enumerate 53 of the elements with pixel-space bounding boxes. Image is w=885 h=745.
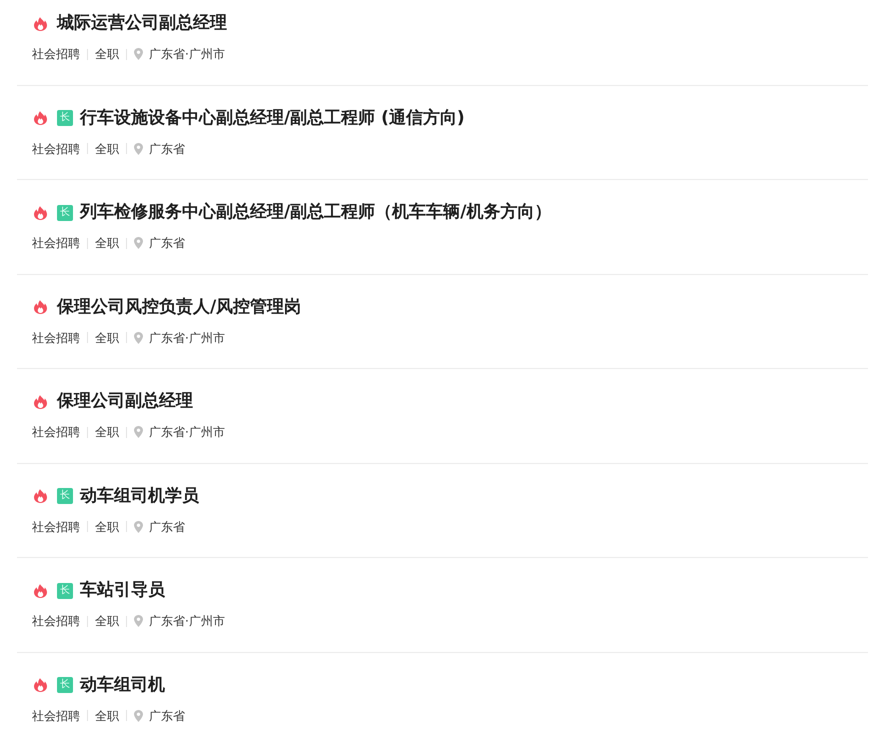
job-location: 广东省 [149,140,185,158]
tag-badge: 长 [57,677,73,693]
job-list-item[interactable]: 长 行车设施设备中心副总经理/副总工程师 (通信方向) 社会招聘 全职 广东省 [17,86,868,180]
location-pin-icon [134,332,143,344]
job-title[interactable]: 行车设施设备中心副总经理/副总工程师 (通信方向) [80,108,465,128]
job-meta-text: 社会招聘 [32,330,80,346]
job-meta-text: 社会招聘 [32,424,80,441]
tag-badge: 长 [57,582,73,598]
tag-badge: 长 [57,204,73,220]
job-list-item[interactable]: 城际运营公司副总经理 社会招聘 全职 广东省·广州市 [17,0,868,86]
job-location: 广东省 [149,708,185,724]
job-title[interactable]: 保理公司风控负责人/风控管理岗 [57,296,302,318]
job-meta-text: 全职 [95,518,119,536]
tag-badge: 长 [57,110,73,126]
job-meta-text: 社会招聘 [32,613,80,630]
job-meta-text: 全职 [95,330,119,346]
job-title[interactable]: 动车组司机 [80,674,165,696]
job-meta-text: 社会招聘 [32,235,80,252]
job-title[interactable]: 列车检修服务中心副总经理/副总工程师（机车车辆/机务方向） [80,202,552,223]
job-location: 广东省 [149,518,185,536]
job-list-item[interactable]: 保理公司风控负责人/风控管理岗 社会招聘 全职 广东省·广州市 [17,274,868,369]
location-pin-icon [134,520,143,532]
job-meta-text: 全职 [95,140,119,158]
job-meta-text: 社会招聘 [32,140,80,158]
location-pin-icon [134,142,143,154]
tag-badge: 长 [57,488,73,504]
job-meta-text: 社会招聘 [32,518,80,536]
job-meta-text: 全职 [95,613,119,630]
location-pin-icon [134,615,143,627]
job-location: 广东省·广州市 [149,330,225,346]
job-location: 广东省·广州市 [149,424,225,441]
location-pin-icon [134,426,143,438]
job-meta-text: 社会招聘 [32,46,80,63]
location-pin-icon [134,710,143,722]
job-location: 广东省·广州市 [149,46,225,63]
job-list-item[interactable]: 长 动车组司机 社会招聘 全职 广东省 [17,652,868,745]
job-list-item[interactable]: 长 动车组司机学员 社会招聘 全职 广东省 [17,464,868,558]
job-meta-text: 全职 [95,235,119,252]
location-pin-icon [134,237,143,249]
job-meta-text: 全职 [95,46,119,63]
job-meta-text: 社会招聘 [32,708,80,724]
job-list-item[interactable]: 长 列车检修服务中心副总经理/副总工程师（机车车辆/机务方向） 社会招聘 全职 广东省 [17,180,868,274]
job-title[interactable]: 城际运营公司副总经理 [57,13,227,34]
location-pin-icon [134,48,143,60]
job-list-item[interactable]: 长 车站引导员 社会招聘 全职 广东省·广州市 [17,558,868,652]
job-title[interactable]: 动车组司机学员 [80,486,199,506]
job-location: 广东省 [149,235,185,252]
job-meta-text: 全职 [95,708,119,724]
job-meta-text: 全职 [95,424,119,441]
job-list-item[interactable]: 保理公司副总经理 社会招聘 全职 广东省·广州市 [17,369,868,464]
job-title[interactable]: 车站引导员 [80,580,165,601]
job-location: 广东省·广州市 [149,613,225,630]
job-title[interactable]: 保理公司副总经理 [57,391,193,412]
